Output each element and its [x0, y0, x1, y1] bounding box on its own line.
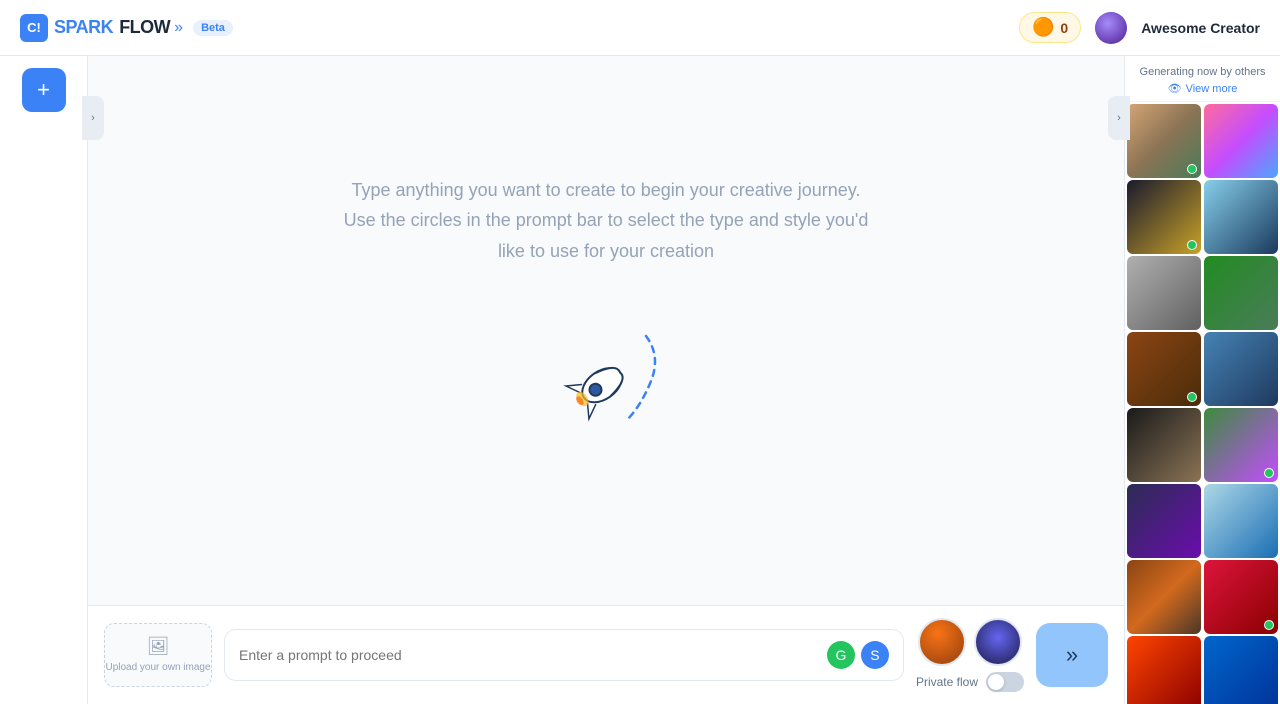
blue-action-button[interactable]: S	[861, 641, 889, 669]
style-avatars: Private flow	[916, 618, 1024, 692]
coin-amount: 0	[1060, 20, 1068, 36]
canvas-area: Type anything you want to create to begi…	[88, 56, 1124, 605]
prompt-icons: G S	[827, 641, 889, 669]
private-flow-row: Private flow	[916, 672, 1024, 692]
generating-label: Generating now by others	[1135, 66, 1270, 78]
gallery-item[interactable]	[1127, 408, 1201, 482]
gallery-item[interactable]	[1204, 636, 1278, 704]
gallery-item[interactable]	[1127, 636, 1201, 704]
avatar-row	[918, 618, 1022, 666]
gallery-item[interactable]	[1127, 332, 1201, 406]
logo-spark: SPARK	[54, 17, 113, 38]
collapse-left-button[interactable]: ›	[82, 96, 104, 140]
welcome-text: Type anything you want to create to begi…	[344, 175, 869, 267]
welcome-line3: like to use for your creation	[344, 236, 869, 267]
chevron-right-icon: ›	[91, 112, 95, 124]
private-flow-label: Private flow	[916, 675, 978, 689]
upload-icon: 🖼	[147, 636, 170, 657]
coin-icon: 🟠	[1032, 17, 1054, 38]
prompt-bar: 🖼 Upload your own image G S Private flow	[88, 605, 1124, 704]
welcome-line2: Use the circles in the prompt bar to sel…	[344, 205, 869, 236]
gallery-item[interactable]	[1127, 180, 1201, 254]
left-sidebar: +	[0, 56, 88, 704]
chevron-right-icon-2: ›	[1117, 112, 1121, 124]
beta-badge: Beta	[193, 20, 233, 36]
gallery-grid	[1125, 102, 1280, 704]
logo: C! SPARK FLOW »	[20, 14, 183, 42]
user-avatar[interactable]	[1095, 12, 1127, 44]
toggle-knob	[988, 674, 1004, 690]
gallery-item[interactable]	[1127, 560, 1201, 634]
header-left: C! SPARK FLOW » Beta	[20, 14, 233, 42]
eye-icon: 👁	[1168, 82, 1182, 95]
send-button[interactable]: »	[1036, 623, 1108, 687]
header-right: 🟠 0 Awesome Creator	[1019, 12, 1260, 44]
avatar-img	[1095, 12, 1127, 44]
style-avatar-1[interactable]	[918, 618, 966, 666]
gallery-item[interactable]	[1204, 560, 1278, 634]
username-label: Awesome Creator	[1141, 20, 1260, 36]
coin-display: 🟠 0	[1019, 12, 1081, 43]
logo-flow: FLOW	[119, 17, 170, 38]
gallery-item[interactable]	[1204, 332, 1278, 406]
upload-zone[interactable]: 🖼 Upload your own image	[104, 623, 212, 687]
view-more-button[interactable]: 👁 View more	[1135, 82, 1270, 95]
prompt-input-area: G S	[224, 629, 904, 681]
rocket-illustration	[506, 306, 706, 486]
gallery-item[interactable]	[1204, 408, 1278, 482]
gallery-item[interactable]	[1204, 256, 1278, 330]
view-more-label: View more	[1186, 83, 1238, 95]
rocket-svg	[506, 306, 706, 486]
private-flow-toggle[interactable]	[986, 672, 1024, 692]
gallery-item[interactable]	[1204, 484, 1278, 558]
gallery-item[interactable]	[1204, 104, 1278, 178]
logo-text: SPARK FLOW »	[54, 17, 183, 38]
header: C! SPARK FLOW » Beta 🟠 0 Awesome Creator	[0, 0, 1280, 56]
send-icon: »	[1066, 642, 1078, 668]
right-sidebar-header: Generating now by others 👁 View more	[1125, 56, 1280, 102]
gallery-item[interactable]	[1204, 180, 1278, 254]
gallery-item[interactable]	[1127, 256, 1201, 330]
style-avatar-2[interactable]	[974, 618, 1022, 666]
right-sidebar: Generating now by others 👁 View more	[1124, 56, 1280, 704]
main-layout: + › Type anything you want to create to …	[0, 56, 1280, 704]
welcome-line1: Type anything you want to create to begi…	[344, 175, 869, 206]
green-action-button[interactable]: G	[827, 641, 855, 669]
logo-arrows-icon: »	[174, 19, 183, 37]
prompt-input[interactable]	[239, 647, 817, 663]
gallery-item[interactable]	[1127, 104, 1201, 178]
gallery-item[interactable]	[1127, 484, 1201, 558]
add-button[interactable]: +	[22, 68, 66, 112]
main-content: Type anything you want to create to begi…	[88, 56, 1124, 704]
upload-label: Upload your own image	[105, 661, 210, 674]
collapse-right-panel-button[interactable]: ›	[1108, 96, 1130, 140]
logo-icon: C!	[20, 14, 48, 42]
